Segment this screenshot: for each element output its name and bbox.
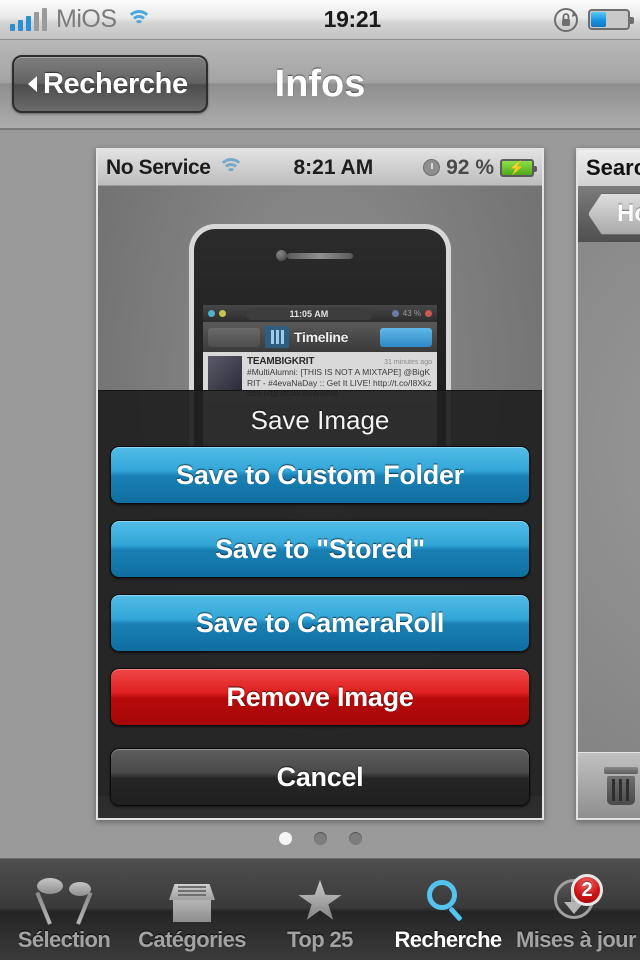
spotlights-icon [35,876,93,925]
screenshot-clock: 8:21 AM [293,155,374,179]
action-sheet: Save Image Save to Custom Folder Save to… [98,390,542,818]
cancel-button[interactable]: Cancel [110,748,530,806]
phone-nav-bar: Timeline [203,322,437,352]
back-button[interactable]: Recherche [12,55,208,113]
wifi-icon [217,158,244,177]
tab-selection[interactable]: Sélection [0,859,128,960]
signal-bars-icon [10,7,47,31]
screenshot2-toolbar [578,752,640,818]
save-to-stored-button[interactable]: Save to "Stored" [110,520,530,578]
screenshot-gallery[interactable]: No Service 8:21 AM 92 % ⚡ 11:05 AM 43 % … [0,132,640,858]
page-dot-3[interactable] [348,832,362,845]
tab-top25[interactable]: Top 25 [256,859,384,960]
trash-icon[interactable] [604,766,638,805]
card-file-icon [164,876,220,924]
tab-updates[interactable]: 2 Mises à jour [512,859,640,960]
screenshot2-nav-bar: Home [578,186,640,242]
tab-label-selection: Sélection [17,927,111,952]
status-badge: 2 [571,874,603,906]
battery-charging-icon: ⚡ [500,158,537,177]
avatar [208,356,242,390]
page-dot-2[interactable] [313,832,327,845]
action-sheet-title: Save Image [250,405,390,435]
status-bar-clock: 19:21 [323,6,382,32]
download-arrow-icon: 2 [548,874,604,924]
tweet-user: TEAMBIGKRIT [247,356,315,367]
screenshot2-content [578,242,640,752]
tab-label-updates: Mises à jour [516,927,637,952]
home-button[interactable]: Home [588,193,640,235]
screenshot2-status-text: Search... [586,155,640,180]
phone-nav-right-button [380,327,432,347]
tab-label-categories: Catégories [138,927,246,952]
timeline-icon [265,326,289,348]
tab-label-search: Recherche [394,927,502,952]
magnifier-icon [420,876,476,924]
phone-nav-left-button [208,327,260,347]
back-button-label: Recherche [43,67,188,100]
phone-status-bar: 11:05 AM 43 % [203,305,437,322]
tab-search[interactable]: Recherche [384,859,512,960]
phone-camera [276,250,287,261]
status-bar-right [553,7,634,33]
rotation-lock-icon [554,7,578,32]
screenshot-battery-pct: 92 % [446,155,494,179]
screenshot-item-1[interactable]: No Service 8:21 AM 92 % ⚡ 11:05 AM 43 % … [96,148,544,820]
wifi-icon [125,10,152,29]
tab-label-top25: Top 25 [287,927,353,952]
page-dots[interactable] [0,832,640,845]
screenshot-carrier: No Service [106,155,211,179]
chevron-left-icon [28,76,37,92]
tab-categories[interactable]: Catégories [128,859,256,960]
phone-nav-title: Timeline [294,329,349,345]
screenshot2-status-bar: Search... [578,150,640,186]
phone-clock: 11:05 AM [246,307,372,320]
tweet-timestamp: 31 minutes ago [384,359,432,366]
phone-speaker [287,253,353,259]
status-bar-left: MiOS [10,5,152,34]
battery-icon [588,9,634,30]
screenshot-status-bar: No Service 8:21 AM 92 % ⚡ [98,150,542,186]
status-bar: MiOS 19:21 [0,0,640,40]
star-icon [292,876,348,924]
app-screen: MiOS 19:21 Recherche Infos No Service 8:… [0,0,640,960]
save-to-custom-folder-button[interactable]: Save to Custom Folder [110,446,530,504]
phone-battery-pct: 43 % [402,309,421,318]
status-bar-center: 19:21 [152,6,554,33]
screenshot-content: 11:05 AM 43 % Timeline TEAMBIGKRIT 31 mi… [98,186,542,818]
carrier-label: MiOS [56,5,117,33]
tab-bar: Sélection Catégories Top 25 Recherche 2 [0,858,640,960]
alarm-clock-icon [423,159,441,176]
navigation-bar: Recherche Infos [0,40,640,130]
save-to-cameraroll-button[interactable]: Save to CameraRoll [110,594,530,652]
remove-image-button[interactable]: Remove Image [110,668,530,726]
page-dot-1[interactable] [278,832,292,845]
screenshot-item-2[interactable]: Search... Home [576,148,640,820]
